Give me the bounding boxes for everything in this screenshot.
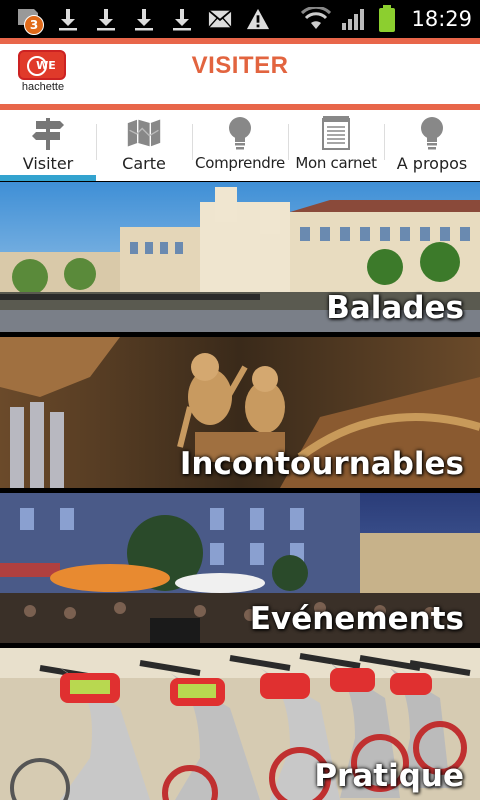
tab-label: Carte [122, 154, 166, 173]
download-icon [132, 7, 156, 31]
lightbulb-icon [222, 116, 258, 150]
notification-count: 3 [24, 15, 44, 35]
tab-a-propos[interactable]: A propos [384, 110, 480, 181]
lightbulb-icon [414, 116, 450, 150]
tile-pratique[interactable]: Pratique [0, 648, 480, 800]
header-stripe [0, 38, 480, 44]
tab-visiter[interactable]: Visiter [0, 110, 96, 181]
tab-mon-carnet[interactable]: Mon carnet [288, 110, 384, 181]
tile-label: Evénements [249, 601, 464, 637]
tab-active-indicator [0, 175, 96, 181]
app-screen: 3 18:29 WE hachette VISITER Visiter Cart… [0, 0, 480, 800]
warning-icon [246, 7, 270, 31]
page-title: VISITER [191, 52, 289, 79]
download-icon [56, 7, 80, 31]
status-bar: 3 18:29 [0, 0, 480, 38]
tile-incontournables[interactable]: Incontournables [0, 337, 480, 488]
logo-label: hachette [21, 81, 65, 93]
tab-bar: Visiter Carte Comprendre Mon carnet A pr… [0, 110, 480, 181]
tile-label: Balades [326, 290, 464, 326]
signpost-icon [30, 116, 66, 150]
notification-badge-icon[interactable]: 3 [14, 5, 44, 35]
signal-icon [341, 7, 367, 31]
tab-label: Mon carnet [295, 154, 377, 172]
battery-icon [377, 5, 397, 32]
wifi-icon [301, 7, 332, 31]
tab-comprendre[interactable]: Comprendre [192, 110, 288, 181]
tab-label: A propos [396, 154, 468, 173]
notepad-icon [318, 116, 354, 150]
map-icon [126, 116, 162, 150]
download-icon [170, 7, 194, 31]
tile-balades[interactable]: Balades [0, 182, 480, 332]
tab-label: Visiter [22, 154, 74, 173]
tile-label: Incontournables [179, 446, 464, 482]
tab-carte[interactable]: Carte [96, 110, 192, 181]
tab-label: Comprendre [195, 154, 285, 172]
app-header: WE hachette VISITER [0, 38, 480, 110]
download-icon [94, 7, 118, 31]
status-time: 18:29 [411, 7, 472, 31]
email-icon [208, 7, 232, 31]
tile-evenements[interactable]: Evénements [0, 493, 480, 643]
tile-label: Pratique [314, 758, 464, 794]
